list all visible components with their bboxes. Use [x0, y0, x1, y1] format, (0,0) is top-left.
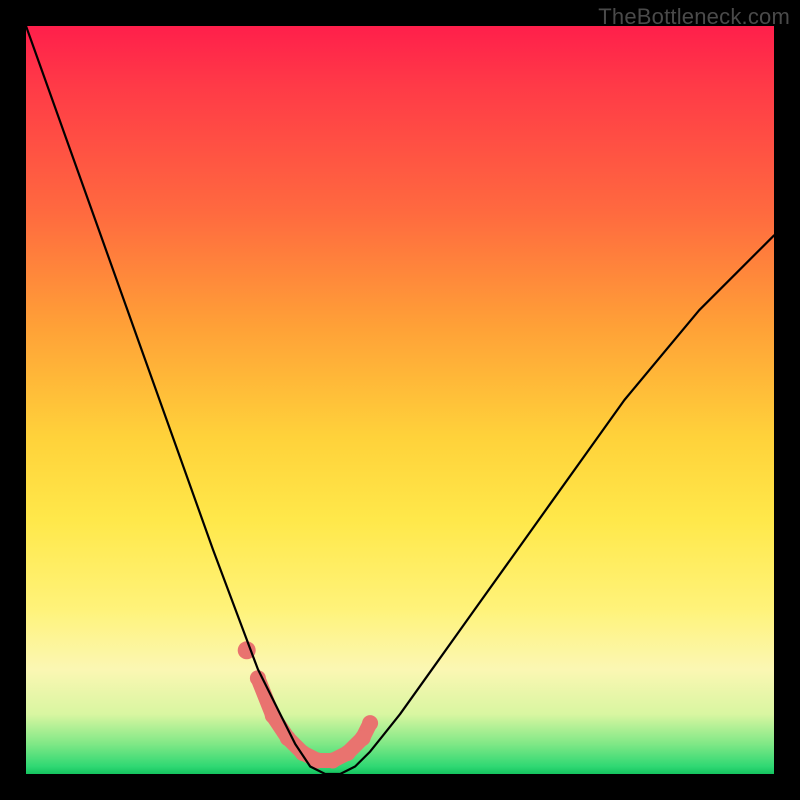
chart-svg [26, 26, 774, 774]
chart-frame: TheBottleneck.com [0, 0, 800, 800]
plot-area [26, 26, 774, 774]
trough-dot [355, 730, 371, 746]
trough-dot [340, 745, 356, 761]
watermark-text: TheBottleneck.com [598, 4, 790, 30]
trough-dot [362, 715, 378, 731]
trough-dot [325, 753, 341, 769]
trough-dot [310, 753, 326, 769]
bottleneck-curve [26, 26, 774, 774]
